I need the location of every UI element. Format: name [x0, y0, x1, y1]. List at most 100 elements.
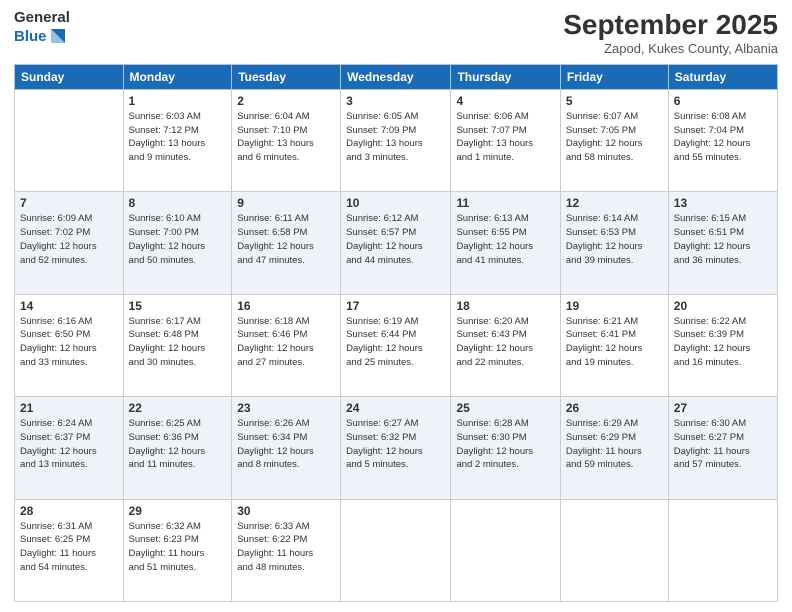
calendar-table: Sunday Monday Tuesday Wednesday Thursday… — [14, 64, 778, 602]
day-info: Sunrise: 6:03 AM Sunset: 7:12 PM Dayligh… — [129, 110, 227, 165]
location-title: Zapod, Kukes County, Albania — [563, 41, 778, 56]
table-row: 12 Sunrise: 6:14 AM Sunset: 6:53 PM Dayli… — [560, 192, 668, 294]
col-thursday: Thursday — [451, 64, 560, 89]
day-number: 1 — [129, 94, 227, 108]
table-row: 8Sunrise: 6:10 AM Sunset: 7:00 PM Daylig… — [123, 192, 232, 294]
day-number: 20 — [674, 299, 772, 313]
table-row: 9 Sunrise: 6:11 AM Sunset: 6:58 PM Daylig… — [232, 192, 341, 294]
day-info: Sunrise: 6:06 AM Sunset: 7:07 PM Dayligh… — [456, 110, 554, 165]
month-title: September 2025 — [563, 10, 778, 41]
table-row: 2 Sunrise: 6:04 AM Sunset: 7:10 PM Daylig… — [232, 89, 341, 191]
day-info: Sunrise: 6:04 AM Sunset: 7:10 PM Dayligh… — [237, 110, 335, 165]
table-row: 11 Sunrise: 6:13 AM Sunset: 6:55 PM Dayli… — [451, 192, 560, 294]
table-row: 3 Sunrise: 6:05 AM Sunset: 7:09 PM Daylig… — [341, 89, 451, 191]
calendar-row: 14 Sunrise: 6:16 AM Sunset: 6:50 PM Dayli… — [15, 294, 778, 396]
day-info: Sunrise: 6:15 AM Sunset: 6:51 PM Dayligh… — [674, 212, 772, 267]
day-info: Sunrise: 6:29 AM Sunset: 6:29 PM Dayligh… — [566, 417, 663, 472]
day-number: 4 — [456, 94, 554, 108]
table-row: 19Sunrise: 6:21 AM Sunset: 6:41 PM Dayli… — [560, 294, 668, 396]
day-info: Sunrise: 6:14 AM Sunset: 6:53 PM Dayligh… — [566, 212, 663, 267]
day-info: Sunrise: 6:16 AM Sunset: 6:50 PM Dayligh… — [20, 315, 118, 370]
table-row: 13 Sunrise: 6:15 AM Sunset: 6:51 PM Dayli… — [668, 192, 777, 294]
day-number: 27 — [674, 401, 772, 415]
day-info: Sunrise: 6:17 AM Sunset: 6:48 PM Dayligh… — [129, 315, 227, 370]
table-row: 17Sunrise: 6:19 AM Sunset: 6:44 PM Dayli… — [341, 294, 451, 396]
day-number: 15 — [129, 299, 227, 313]
day-info: Sunrise: 6:08 AM Sunset: 7:04 PM Dayligh… — [674, 110, 772, 165]
calendar-row: 1 Sunrise: 6:03 AM Sunset: 7:12 PM Daylig… — [15, 89, 778, 191]
page: General Blue September 2025 Zapod, Kukes… — [0, 0, 792, 612]
table-row: 14 Sunrise: 6:16 AM Sunset: 6:50 PM Dayli… — [15, 294, 124, 396]
table-row — [15, 89, 124, 191]
calendar-row: 28 Sunrise: 6:31 AM Sunset: 6:25 PM Dayli… — [15, 499, 778, 601]
table-row: 6 Sunrise: 6:08 AM Sunset: 7:04 PM Daylig… — [668, 89, 777, 191]
day-number: 18 — [456, 299, 554, 313]
table-row: 16Sunrise: 6:18 AM Sunset: 6:46 PM Dayli… — [232, 294, 341, 396]
day-number: 22 — [129, 401, 227, 415]
day-info: Sunrise: 6:28 AM Sunset: 6:30 PM Dayligh… — [456, 417, 554, 472]
calendar-row: 7Sunrise: 6:09 AM Sunset: 7:02 PM Daylig… — [15, 192, 778, 294]
day-number: 25 — [456, 401, 554, 415]
table-row: 27 Sunrise: 6:30 AM Sunset: 6:27 PM Dayli… — [668, 397, 777, 499]
day-info: Sunrise: 6:30 AM Sunset: 6:27 PM Dayligh… — [674, 417, 772, 472]
table-row — [451, 499, 560, 601]
day-number: 12 — [566, 196, 663, 210]
logo-blue: Blue — [14, 29, 47, 44]
header: General Blue September 2025 Zapod, Kukes… — [14, 10, 778, 56]
day-number: 5 — [566, 94, 663, 108]
day-number: 30 — [237, 504, 335, 518]
title-block: September 2025 Zapod, Kukes County, Alba… — [563, 10, 778, 56]
day-info: Sunrise: 6:12 AM Sunset: 6:57 PM Dayligh… — [346, 212, 445, 267]
table-row: 21 Sunrise: 6:24 AM Sunset: 6:37 PM Dayli… — [15, 397, 124, 499]
col-sunday: Sunday — [15, 64, 124, 89]
table-row: 24 Sunrise: 6:27 AM Sunset: 6:32 PM Dayli… — [341, 397, 451, 499]
day-info: Sunrise: 6:22 AM Sunset: 6:39 PM Dayligh… — [674, 315, 772, 370]
table-row: 7Sunrise: 6:09 AM Sunset: 7:02 PM Daylig… — [15, 192, 124, 294]
day-info: Sunrise: 6:20 AM Sunset: 6:43 PM Dayligh… — [456, 315, 554, 370]
table-row: 28 Sunrise: 6:31 AM Sunset: 6:25 PM Dayli… — [15, 499, 124, 601]
day-number: 28 — [20, 504, 118, 518]
table-row — [341, 499, 451, 601]
logo: General Blue — [14, 10, 70, 47]
table-row: 20 Sunrise: 6:22 AM Sunset: 6:39 PM Dayli… — [668, 294, 777, 396]
day-number: 11 — [456, 196, 554, 210]
day-number: 9 — [237, 196, 335, 210]
table-row: 30 Sunrise: 6:33 AM Sunset: 6:22 PM Dayli… — [232, 499, 341, 601]
table-row: 18 Sunrise: 6:20 AM Sunset: 6:43 PM Dayli… — [451, 294, 560, 396]
day-number: 16 — [237, 299, 335, 313]
table-row: 23Sunrise: 6:26 AM Sunset: 6:34 PM Dayli… — [232, 397, 341, 499]
day-number: 10 — [346, 196, 445, 210]
day-info: Sunrise: 6:10 AM Sunset: 7:00 PM Dayligh… — [129, 212, 227, 267]
table-row: 29Sunrise: 6:32 AM Sunset: 6:23 PM Dayli… — [123, 499, 232, 601]
day-info: Sunrise: 6:31 AM Sunset: 6:25 PM Dayligh… — [20, 520, 118, 575]
col-wednesday: Wednesday — [341, 64, 451, 89]
calendar-row: 21 Sunrise: 6:24 AM Sunset: 6:37 PM Dayli… — [15, 397, 778, 499]
day-number: 17 — [346, 299, 445, 313]
day-number: 26 — [566, 401, 663, 415]
day-number: 6 — [674, 94, 772, 108]
header-row: Sunday Monday Tuesday Wednesday Thursday… — [15, 64, 778, 89]
day-number: 2 — [237, 94, 335, 108]
day-number: 21 — [20, 401, 118, 415]
table-row — [560, 499, 668, 601]
col-saturday: Saturday — [668, 64, 777, 89]
day-number: 23 — [237, 401, 335, 415]
day-info: Sunrise: 6:05 AM Sunset: 7:09 PM Dayligh… — [346, 110, 445, 165]
table-row: 25 Sunrise: 6:28 AM Sunset: 6:30 PM Dayli… — [451, 397, 560, 499]
day-number: 24 — [346, 401, 445, 415]
col-friday: Friday — [560, 64, 668, 89]
table-row: 15 Sunrise: 6:17 AM Sunset: 6:48 PM Dayli… — [123, 294, 232, 396]
day-info: Sunrise: 6:27 AM Sunset: 6:32 PM Dayligh… — [346, 417, 445, 472]
logo-icon — [47, 25, 67, 47]
day-info: Sunrise: 6:24 AM Sunset: 6:37 PM Dayligh… — [20, 417, 118, 472]
day-number: 13 — [674, 196, 772, 210]
table-row: 5Sunrise: 6:07 AM Sunset: 7:05 PM Daylig… — [560, 89, 668, 191]
day-info: Sunrise: 6:11 AM Sunset: 6:58 PM Dayligh… — [237, 212, 335, 267]
day-info: Sunrise: 6:13 AM Sunset: 6:55 PM Dayligh… — [456, 212, 554, 267]
day-number: 3 — [346, 94, 445, 108]
table-row: 4 Sunrise: 6:06 AM Sunset: 7:07 PM Daylig… — [451, 89, 560, 191]
table-row: 1 Sunrise: 6:03 AM Sunset: 7:12 PM Daylig… — [123, 89, 232, 191]
day-info: Sunrise: 6:33 AM Sunset: 6:22 PM Dayligh… — [237, 520, 335, 575]
table-row — [668, 499, 777, 601]
day-number: 14 — [20, 299, 118, 313]
